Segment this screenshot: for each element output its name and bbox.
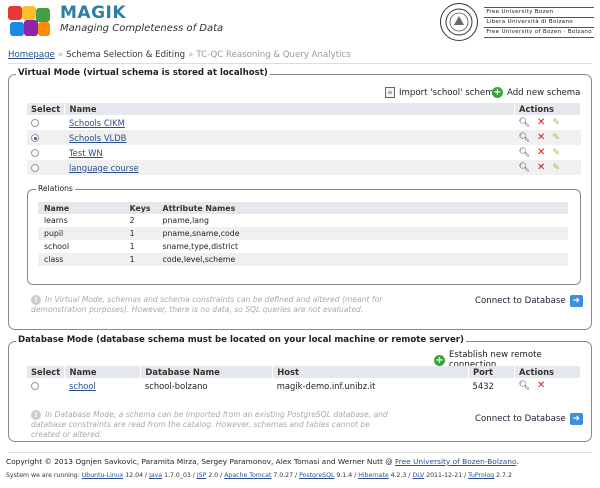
brand: MAGIK Managing Completeness of Data: [60, 4, 223, 36]
divider: [8, 452, 592, 453]
divider: [8, 63, 592, 64]
edit-icon[interactable]: ✎: [552, 163, 560, 173]
edit-icon[interactable]: ✎: [552, 133, 560, 143]
brand-name: MAGIK: [60, 3, 127, 23]
relations-box: Relations Name Keys Attribute Names lear…: [27, 184, 581, 285]
document-icon: ≡: [385, 87, 395, 98]
brand-subtitle: Managing Completeness of Data: [60, 23, 224, 34]
schema-table: Select Name Actions Schools CIKM 🔍︎ ✕ ✎ Sc…: [27, 103, 581, 175]
breadcrumb-next: TC-QC Reasoning & Query Analytics: [196, 50, 351, 60]
zoom-icon[interactable]: 🔍︎: [519, 133, 530, 143]
delete-icon[interactable]: ✕: [537, 117, 545, 127]
schema-radio[interactable]: [31, 119, 39, 127]
stack-link[interactable]: Apache Tomcat: [224, 472, 271, 479]
relations-table: Name Keys Attribute Names learns 2 pname…: [38, 202, 568, 266]
zoom-icon[interactable]: 🔍︎: [519, 381, 530, 391]
schema-link[interactable]: Schools VLDB: [69, 133, 126, 143]
schema-link[interactable]: Schools CIKM: [69, 118, 125, 128]
breadcrumb: Homepage» Schema Selection & Editing» TC-Q…: [8, 50, 351, 60]
university-logo: Free University Bozen Libera Università …: [440, 2, 594, 42]
virtual-mode-panel: Virtual Mode (virtual schema is stored a…: [8, 68, 592, 330]
connection-radio[interactable]: [31, 382, 39, 390]
delete-icon[interactable]: ✕: [537, 380, 545, 390]
schema-link[interactable]: language course: [69, 163, 139, 173]
schema-radio[interactable]: [31, 149, 39, 157]
system-stack: System we are running: Ubuntu-Linux 12.0…: [6, 472, 512, 479]
add-icon: +: [434, 354, 445, 366]
relations-legend: Relations: [36, 184, 75, 193]
stack-link[interactable]: Java: [149, 472, 162, 479]
schema-radio[interactable]: [31, 164, 39, 172]
connect-database-button[interactable]: Connect to Database ➜: [475, 295, 583, 307]
table-header-row: Select Name Actions: [27, 103, 581, 115]
table-row: school school-bolzano magik-demo.inf.uni…: [27, 378, 581, 393]
university-name: Free University Bozen Libera Università …: [484, 6, 594, 38]
delete-icon[interactable]: ✕: [537, 162, 545, 172]
stack-link[interactable]: Ubuntu-Linux: [82, 472, 124, 479]
table-row: language course 🔍︎ ✕ ✎: [27, 160, 581, 175]
stack-link[interactable]: JSP: [197, 472, 206, 479]
delete-icon[interactable]: ✕: [537, 132, 545, 142]
table-row: school 1 sname,type,district: [44, 242, 239, 251]
table-header-row: Select Name Database Name Host Port Acti…: [27, 366, 581, 378]
table-row: pupil 1 pname,sname,code: [38, 227, 568, 240]
stack-link[interactable]: TuProlog: [468, 472, 494, 479]
table-row: class 1 code,level,scheme: [38, 253, 568, 266]
database-mode-note: ! In Database Mode, a schema can be impor…: [31, 410, 388, 439]
arrow-right-icon: ➜: [569, 413, 583, 425]
zoom-icon[interactable]: 🔍︎: [519, 118, 530, 128]
connect-database-button[interactable]: Connect to Database ➜: [475, 413, 583, 425]
connection-table: Select Name Database Name Host Port Acti…: [27, 366, 581, 393]
schema-link[interactable]: Test WN: [69, 148, 103, 158]
table-row: learns 2 pname,lang: [44, 216, 209, 225]
virtual-mode-note: ! In Virtual Mode, schemas and schema con…: [31, 295, 383, 314]
stack-link[interactable]: Hibernate: [358, 472, 389, 479]
add-icon: +: [492, 87, 503, 98]
virtual-mode-legend: Virtual Mode (virtual schema is stored a…: [16, 68, 270, 78]
table-row: Schools VLDB 🔍︎ ✕ ✎: [27, 130, 581, 145]
import-schema-button[interactable]: ≡ Import 'school' schema: [385, 87, 499, 98]
warning-icon: !: [31, 410, 41, 420]
add-schema-button[interactable]: + Add new schema: [492, 87, 580, 98]
stack-link[interactable]: PostgreSQL: [299, 472, 334, 479]
zoom-icon[interactable]: 🔍︎: [519, 163, 530, 173]
database-mode-legend: Database Mode (database schema must be l…: [16, 335, 466, 345]
table-row: Schools CIKM 🔍︎ ✕ ✎: [27, 115, 581, 130]
breadcrumb-home-link[interactable]: Homepage: [8, 50, 55, 60]
zoom-icon[interactable]: 🔍︎: [519, 148, 530, 158]
edit-icon[interactable]: ✎: [552, 148, 560, 158]
edit-icon[interactable]: ✎: [552, 118, 560, 128]
connection-link[interactable]: school: [69, 381, 96, 391]
table-header-row: Name Keys Attribute Names: [38, 202, 568, 214]
database-mode-panel: Database Mode (database schema must be l…: [8, 335, 592, 442]
delete-icon[interactable]: ✕: [537, 147, 545, 157]
page: MAGIK Managing Completeness of Data Free…: [0, 0, 600, 488]
copyright: Copyright © 2013 Ognjen Savkovic, Parami…: [6, 457, 519, 466]
breadcrumb-current: Schema Selection & Editing: [66, 50, 186, 60]
stack-link[interactable]: DLV: [412, 472, 424, 479]
schema-radio[interactable]: [31, 134, 39, 142]
arrow-right-icon: ➜: [569, 295, 583, 307]
table-row: Test WN 🔍︎ ✕ ✎: [27, 145, 581, 160]
magik-logo-icon: [8, 6, 50, 36]
university-link[interactable]: Free University of Bozen-Bolzano: [395, 457, 516, 466]
university-seal-icon: [440, 3, 479, 41]
warning-icon: !: [31, 295, 41, 305]
